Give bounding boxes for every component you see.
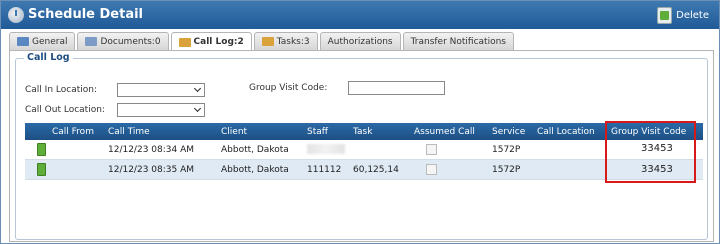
col-call-from[interactable]: Call From — [52, 127, 94, 137]
call-log-grid: Call From Call Time Client Staff Task As… — [25, 123, 703, 180]
col-staff[interactable]: Staff — [307, 127, 328, 137]
tab-tasks[interactable]: Tasks:3 — [253, 32, 318, 50]
tab-label: Call Log:2 — [193, 37, 244, 47]
cell-service: 1572P — [492, 145, 521, 155]
tab-label: Tasks:3 — [276, 36, 310, 47]
tasks-icon — [261, 37, 274, 46]
col-client[interactable]: Client — [221, 127, 247, 137]
group-visit-code-label: Group Visit Code: — [249, 83, 328, 93]
col-call-time[interactable]: Call Time — [108, 127, 150, 137]
general-icon — [17, 37, 29, 46]
call-out-location-label: Call Out Location: — [25, 105, 105, 115]
cell-staff: 111112 — [307, 165, 342, 175]
table-row[interactable]: 12/12/23 08:35 AM Abbott, Dakota 111112 … — [25, 160, 703, 180]
phone-icon — [37, 143, 46, 156]
tab-label: Transfer Notifications — [410, 36, 506, 47]
call-in-location-select[interactable] — [117, 83, 205, 97]
col-task[interactable]: Task — [353, 127, 372, 137]
tab-label: Authorizations — [327, 36, 393, 47]
assumed-call-checkbox[interactable] — [426, 164, 437, 175]
grid-header: Call From Call Time Client Staff Task As… — [25, 123, 703, 140]
clock-icon — [8, 7, 24, 23]
title-bar: Schedule Detail Delete — [1, 1, 719, 29]
cell-task: 60,125,14 — [353, 165, 399, 175]
cell-staff-redacted — [307, 144, 345, 154]
col-service[interactable]: Service — [492, 127, 525, 137]
tab-bar: General Documents:0 Call Log:2 Tasks:3 A… — [9, 32, 514, 51]
tab-content: Call Log Call In Location: Group Visit C… — [9, 50, 714, 242]
delete-button[interactable]: Delete — [657, 6, 709, 24]
trash-icon — [657, 6, 673, 24]
cell-client: Abbott, Dakota — [221, 165, 289, 175]
table-row[interactable]: 12/12/23 08:34 AM Abbott, Dakota 1572P 3… — [25, 140, 703, 160]
tab-general[interactable]: General — [9, 32, 76, 50]
tab-transfer-notifications[interactable]: Transfer Notifications — [402, 32, 514, 50]
cell-call-time: 12/12/23 08:34 AM — [108, 145, 195, 155]
schedule-detail-window: Schedule Detail Delete General Documents… — [0, 0, 720, 244]
tab-label: Documents:0 — [100, 36, 161, 47]
tab-label: General — [32, 36, 68, 47]
documents-icon — [85, 37, 98, 46]
group-visit-code-input[interactable] — [348, 81, 445, 95]
cell-service: 1572P — [492, 165, 521, 175]
tab-call-log[interactable]: Call Log:2 — [170, 32, 252, 51]
phone-icon — [37, 163, 46, 176]
window-title: Schedule Detail — [28, 7, 144, 22]
col-assumed-call[interactable]: Assumed Call — [414, 127, 475, 137]
assumed-call-checkbox[interactable] — [426, 144, 437, 155]
col-call-location[interactable]: Call Location — [537, 127, 595, 137]
group-visit-code-highlight — [605, 121, 696, 183]
tab-authorizations[interactable]: Authorizations — [319, 32, 401, 50]
call-log-icon — [178, 37, 191, 47]
call-out-location-select[interactable] — [117, 103, 205, 117]
cell-client: Abbott, Dakota — [221, 145, 289, 155]
call-log-legend: Call Log — [24, 52, 73, 63]
delete-label: Delete — [676, 9, 709, 21]
tab-documents[interactable]: Documents:0 — [77, 32, 169, 50]
cell-call-time: 12/12/23 08:35 AM — [108, 165, 195, 175]
call-in-location-label: Call In Location: — [25, 85, 97, 95]
